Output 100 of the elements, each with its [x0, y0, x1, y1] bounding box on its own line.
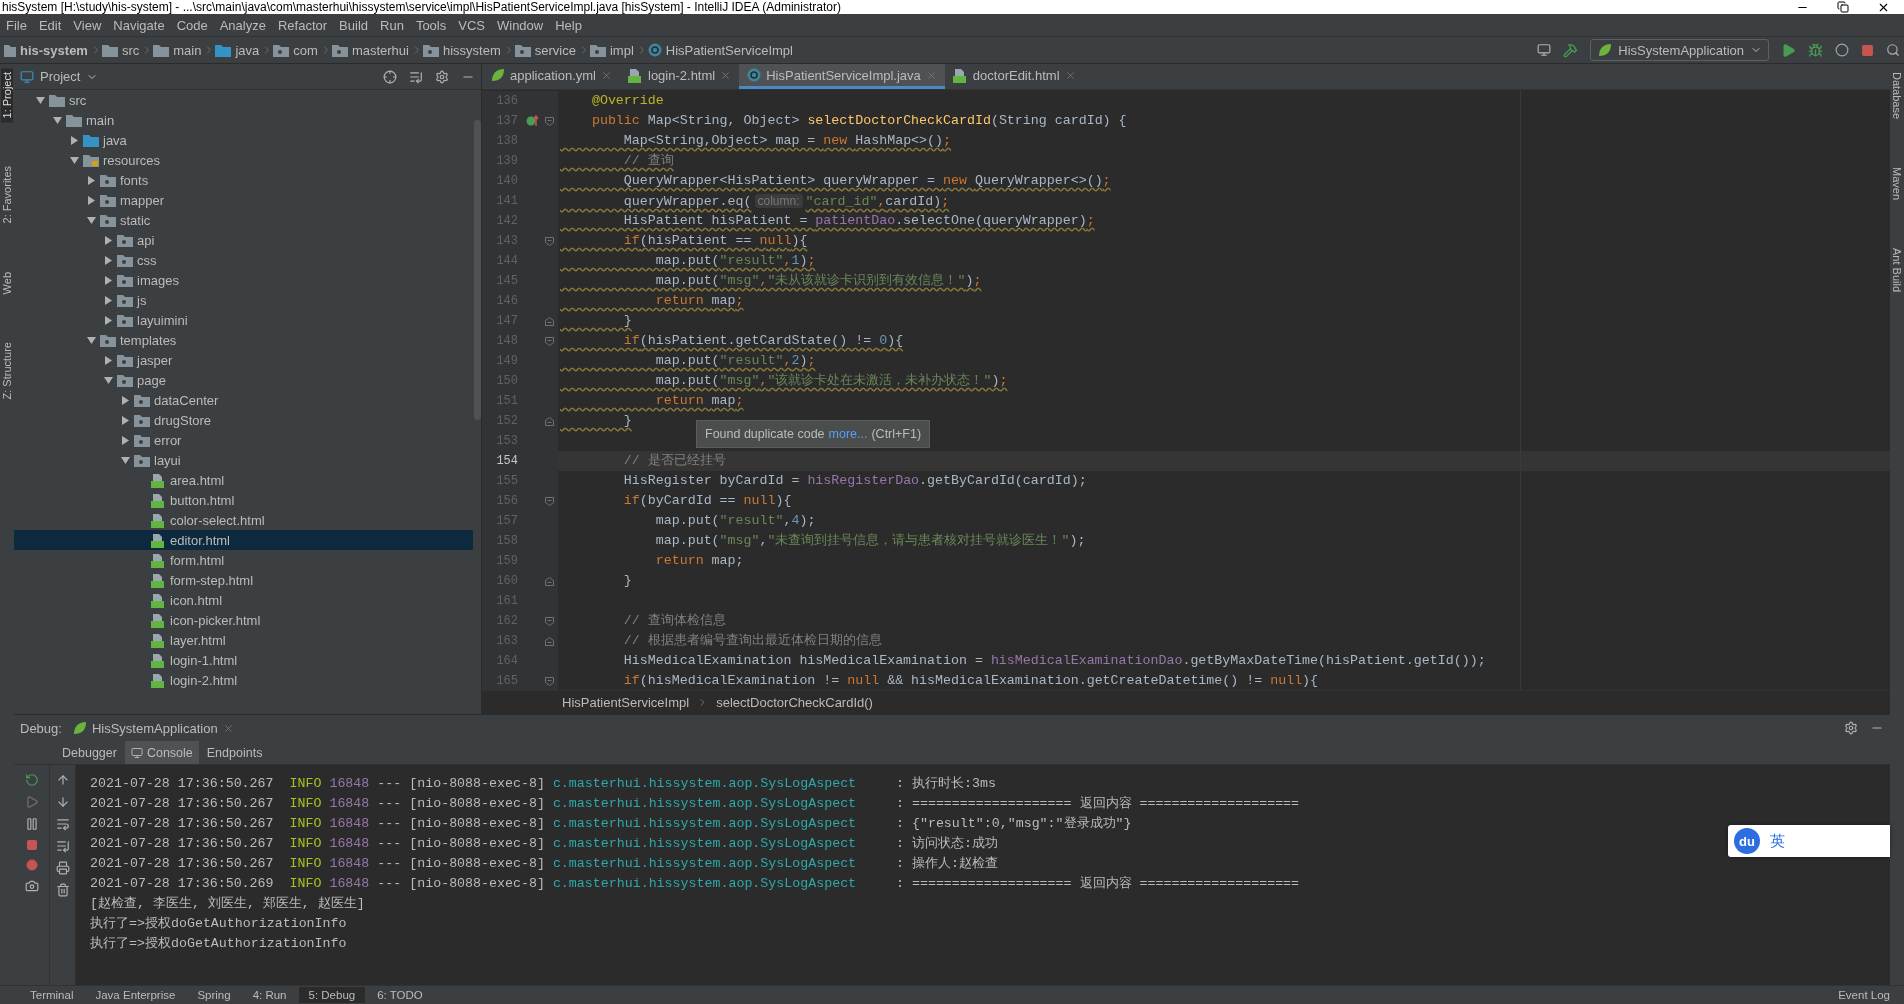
menu-item[interactable]: Tools: [409, 17, 453, 33]
breadcrumb-item[interactable]: selectDoctorCheckCardId(): [716, 695, 873, 710]
search-icon[interactable]: [1886, 43, 1900, 57]
tool-window-tab[interactable]: 1: Project: [1, 68, 13, 123]
settings-icon[interactable]: [435, 69, 449, 84]
hammer-icon[interactable]: [1563, 42, 1579, 58]
fold-icon[interactable]: [545, 416, 554, 426]
tree-item[interactable]: button.html: [14, 490, 473, 510]
down-arrow-icon[interactable]: [55, 795, 70, 809]
fold-icon[interactable]: [545, 576, 554, 586]
breadcrumb-item[interactable]: masterhui: [331, 42, 411, 58]
event-log-link[interactable]: Event Log: [1838, 989, 1890, 1001]
breadcrumb-item[interactable]: impl: [589, 42, 636, 58]
tree-item[interactable]: main: [14, 110, 473, 130]
menu-item[interactable]: File: [0, 17, 33, 33]
expand-arrow-icon[interactable]: [104, 255, 113, 265]
tree-item[interactable]: java: [14, 130, 473, 150]
run-icon[interactable]: [1781, 42, 1796, 58]
menu-item[interactable]: VCS: [452, 17, 491, 33]
tree-item[interactable]: templates: [14, 330, 473, 350]
expand-arrow-icon[interactable]: [104, 295, 113, 305]
tool-window-tab[interactable]: Spring: [187, 987, 241, 1003]
menu-item[interactable]: Build: [333, 17, 374, 33]
tree-item[interactable]: editor.html: [14, 530, 473, 550]
expand-arrow-icon[interactable]: [121, 435, 130, 445]
tree-item[interactable]: fonts: [14, 170, 473, 190]
bug-icon[interactable]: [1808, 42, 1823, 58]
fold-icon[interactable]: [545, 316, 554, 326]
tree-item[interactable]: js: [14, 290, 473, 310]
restore-icon[interactable]: [1837, 0, 1849, 13]
expand-arrow-icon[interactable]: [104, 355, 113, 365]
breakpoint-icon[interactable]: [25, 859, 38, 871]
ime-logo[interactable]: du: [1734, 828, 1760, 854]
debug-tab[interactable]: Console: [124, 741, 199, 764]
tree-item[interactable]: page: [14, 370, 473, 390]
tree-item[interactable]: area.html: [14, 470, 473, 490]
debug-tab[interactable]: Debugger: [56, 741, 123, 764]
tree-item[interactable]: login-1.html: [14, 650, 473, 670]
collapse-arrow-icon[interactable]: [53, 115, 62, 125]
tree-item[interactable]: drugStore: [14, 410, 473, 430]
breadcrumb-item[interactable]: src: [101, 42, 142, 58]
tree-item[interactable]: icon-picker.html: [14, 610, 473, 630]
scrollbar[interactable]: [474, 120, 481, 420]
tool-window-tab[interactable]: 6: TODO: [367, 987, 433, 1003]
tree-item[interactable]: static: [14, 210, 473, 230]
window-icon[interactable]: [1537, 43, 1552, 57]
camera-icon[interactable]: [24, 879, 39, 893]
collapse-arrow-icon[interactable]: [87, 335, 96, 345]
trash-icon[interactable]: [55, 883, 70, 897]
breadcrumb-item[interactable]: java: [215, 42, 262, 58]
collapse-arrow-icon[interactable]: [87, 215, 96, 225]
fold-icon[interactable]: [545, 116, 554, 126]
editor-tab[interactable]: application.yml: [482, 64, 620, 89]
stop-icon[interactable]: [1861, 43, 1874, 57]
project-view-dropdown[interactable]: Project: [20, 69, 99, 84]
menu-item[interactable]: Edit: [32, 17, 68, 33]
tool-window-tab[interactable]: Maven: [1891, 163, 1903, 205]
tool-window-tab[interactable]: Z: Structure: [1, 338, 13, 404]
tool-window-tab[interactable]: 5: Debug: [298, 987, 366, 1003]
stop-icon[interactable]: [25, 839, 38, 851]
tree-item[interactable]: layui: [14, 450, 473, 470]
menu-item[interactable]: Window: [490, 17, 550, 33]
tree-item[interactable]: layer.html: [14, 630, 473, 650]
menu-item[interactable]: Navigate: [107, 17, 171, 33]
run-config-dropdown[interactable]: HisSystemApplication: [1590, 39, 1769, 61]
locate-icon[interactable]: [383, 69, 397, 84]
breadcrumb-item[interactable]: main: [153, 42, 204, 58]
tree-item[interactable]: css: [14, 250, 473, 270]
breadcrumb-item[interactable]: HisPatientServiceImpl: [647, 42, 795, 58]
tree-item[interactable]: src: [14, 90, 473, 110]
tree-item[interactable]: form.html: [14, 550, 473, 570]
tree-item[interactable]: images: [14, 270, 473, 290]
override-icon[interactable]: [526, 115, 540, 127]
expand-arrow-icon[interactable]: [104, 275, 113, 285]
tool-window-tab[interactable]: Ant Build: [1891, 244, 1903, 297]
tree-item[interactable]: dataCenter: [14, 390, 473, 410]
tree-item[interactable]: mapper: [14, 190, 473, 210]
tool-window-tab[interactable]: 2: Favorites: [1, 162, 13, 228]
editor-tab[interactable]: login-2.html: [620, 64, 740, 89]
scroll-to-end-icon[interactable]: [55, 839, 70, 853]
tree-item[interactable]: resources: [14, 150, 473, 170]
expand-arrow-icon[interactable]: [104, 315, 113, 325]
tree-item[interactable]: form-step.html: [14, 570, 473, 590]
breadcrumb-item[interactable]: hissystem: [422, 42, 503, 58]
fold-icon[interactable]: [545, 636, 554, 646]
rerun-icon[interactable]: [24, 773, 39, 787]
collapse-arrow-icon[interactable]: [36, 95, 45, 105]
tool-window-tab[interactable]: Database: [1891, 68, 1903, 124]
editor-tab[interactable]: HisPatientServiceImpl.java: [739, 64, 945, 89]
expand-arrow-icon[interactable]: [121, 415, 130, 425]
menu-item[interactable]: Analyze: [213, 17, 272, 33]
print-icon[interactable]: [55, 861, 70, 875]
tree-item[interactable]: error: [14, 430, 473, 450]
breadcrumb-item[interactable]: service: [514, 42, 578, 58]
expand-arrow-icon[interactable]: [87, 195, 96, 205]
menu-item[interactable]: View: [67, 17, 108, 33]
tree-item[interactable]: jasper: [14, 350, 473, 370]
menu-item[interactable]: Run: [374, 17, 410, 33]
editor-tab[interactable]: doctorEdit.html: [944, 64, 1084, 89]
expand-arrow-icon[interactable]: [87, 175, 96, 185]
